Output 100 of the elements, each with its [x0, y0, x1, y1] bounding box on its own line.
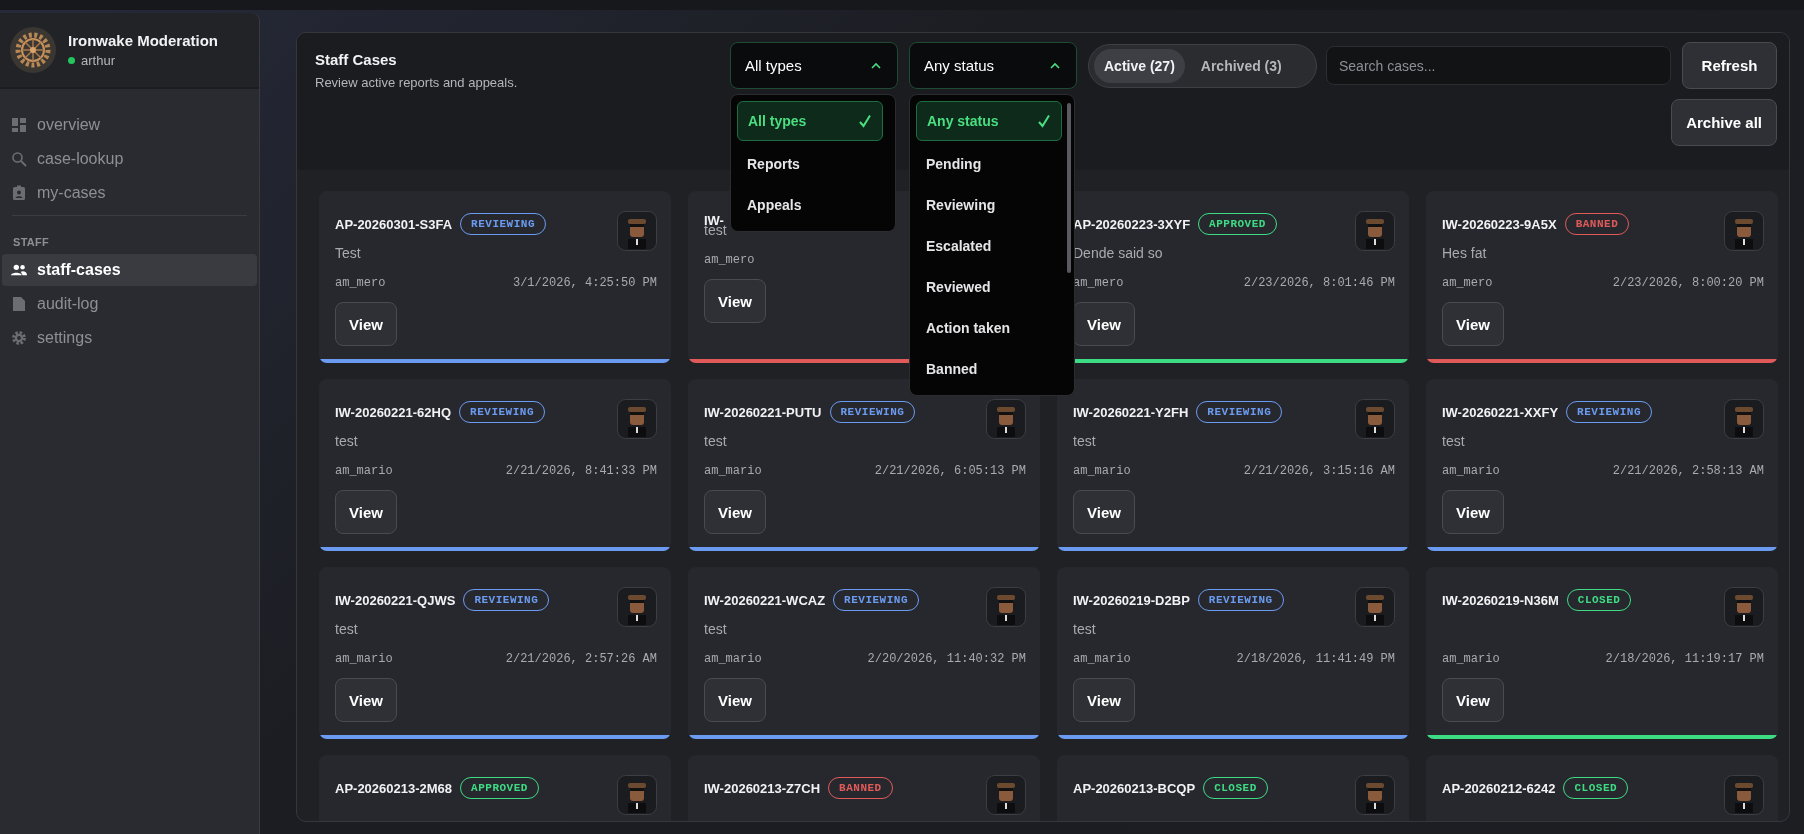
check-icon [858, 114, 872, 128]
dropdown-option[interactable]: Reports [737, 143, 883, 184]
dropdown-option[interactable]: Reviewing [916, 184, 1062, 225]
view-button[interactable]: View [704, 490, 766, 534]
case-id: AP-20260213-2M68 [335, 780, 453, 796]
case-id: IW-20260221-XXFY [1442, 404, 1559, 420]
avatar-icon [1355, 211, 1395, 251]
case-reason: test [335, 621, 358, 637]
case-author: am_mario [704, 464, 762, 478]
section-label: STAFF [12, 235, 51, 250]
sidebar-item[interactable]: overview [2, 109, 257, 141]
dropdown-option[interactable]: Pending [916, 143, 1062, 184]
case-date: 2/21/2026, 8:41:33 PM [505, 464, 657, 478]
dropdown-option[interactable]: Action taken [916, 307, 1062, 348]
panel-subtitle: Review active reports and appeals. [315, 75, 518, 90]
sidebar-item[interactable]: staff-cases [2, 254, 257, 286]
case-author: am_mario [335, 652, 393, 666]
case-author: am_mero [704, 253, 755, 267]
sidebar-item[interactable]: settings [2, 322, 257, 354]
case-id: IW-20260223-9A5X [1442, 216, 1557, 232]
case-id: IW-20260213-Z7CH [704, 780, 821, 796]
sidebar-item[interactable]: case-lookup [2, 143, 257, 175]
tab[interactable]: Active (27) [1094, 48, 1185, 83]
sidebar-item[interactable]: my-cases [2, 177, 257, 209]
archive-all-button[interactable]: Archive all [1671, 99, 1777, 146]
case-date: 2/18/2026, 11:19:17 PM [1605, 652, 1764, 666]
check-icon [1037, 114, 1051, 128]
settings-icon [11, 330, 27, 346]
refresh-button[interactable]: Refresh [1682, 42, 1777, 89]
people-icon [11, 263, 27, 277]
case-id: IW-20260221-Y2FH [1073, 404, 1189, 420]
view-button[interactable]: View [335, 302, 397, 346]
case-author: am_mero [1073, 276, 1124, 290]
scrollbar[interactable] [1067, 103, 1071, 273]
case-date: 2/21/2026, 6:05:13 PM [874, 464, 1026, 478]
case-id: AP-20260213-BCQP [1073, 780, 1196, 796]
case-reason: Hes fat [1442, 245, 1487, 261]
view-button[interactable]: View [704, 279, 766, 323]
avatar-icon [1355, 587, 1395, 627]
search-field[interactable]: Search cases... [1326, 46, 1671, 85]
case-id: AP-20260212-6242 [1442, 780, 1556, 796]
case-date: 2/23/2026, 8:00:20 PM [1612, 276, 1764, 290]
avatar-icon [1724, 587, 1764, 627]
dropdown-option[interactable]: Escalated [916, 225, 1062, 266]
case-author: am_mario [1073, 464, 1131, 478]
dropdown-option[interactable]: Appeals [737, 184, 883, 225]
case-id: IW-20260219-N36M [1442, 592, 1559, 608]
dropdown-option[interactable]: Reviewed [916, 266, 1062, 307]
view-button[interactable]: View [1442, 490, 1504, 534]
app-title: Ironwake Moderation [68, 32, 219, 49]
case-author: am_mario [1442, 652, 1500, 666]
case-author: am_mario [1073, 652, 1131, 666]
avatar-icon [986, 587, 1026, 627]
case-author: am_mero [1442, 276, 1493, 290]
case-reason: test [1073, 433, 1096, 449]
case-reason: test [704, 433, 727, 449]
avatar-icon [1355, 775, 1395, 815]
case-id: IW-20260219-D2BP [1073, 592, 1190, 608]
case-reason: Test [335, 245, 361, 261]
view-button[interactable]: View [1073, 678, 1135, 722]
case-author: am_mario [704, 652, 762, 666]
view-button[interactable]: View [1442, 678, 1504, 722]
avatar-icon [617, 399, 657, 439]
case-reason: test [1442, 433, 1465, 449]
view-button[interactable]: View [335, 678, 397, 722]
tab[interactable]: Archived (3) [1190, 48, 1292, 83]
view-button[interactable]: View [1073, 302, 1135, 346]
case-date: 2/21/2026, 2:58:13 AM [1612, 464, 1764, 478]
avatar-icon [1355, 399, 1395, 439]
avatar-icon [1724, 775, 1764, 815]
dropdown-option[interactable]: All types [737, 101, 883, 141]
sidebar-item[interactable]: audit-log [2, 288, 257, 320]
view-button[interactable]: View [335, 490, 397, 534]
case-reason: test [335, 433, 358, 449]
dashboard-icon [11, 117, 27, 133]
dropdown-option[interactable]: Any status [916, 101, 1062, 141]
document-icon [11, 296, 27, 312]
view-button[interactable]: View [1442, 302, 1504, 346]
case-date: 2/21/2026, 3:15:16 AM [1243, 464, 1395, 478]
avatar-icon [986, 775, 1026, 815]
filter-dropdown[interactable]: All types [730, 42, 898, 89]
avatar-icon [617, 587, 657, 627]
case-author: am_mario [1442, 464, 1500, 478]
filter-dropdown[interactable]: Any status [909, 42, 1077, 89]
badge-icon [11, 185, 27, 201]
case-date: 2/23/2026, 8:01:46 PM [1243, 276, 1395, 290]
dropdown-option[interactable]: Banned [916, 348, 1062, 389]
case-reason: test [704, 621, 727, 637]
view-button[interactable]: View [1073, 490, 1135, 534]
view-button[interactable]: View [704, 678, 766, 722]
panel-title: Staff Cases [315, 51, 398, 68]
case-author: am_mario [335, 464, 393, 478]
case-id: IW-20260221-PUTU [704, 404, 822, 420]
case-date: 2/20/2026, 11:40:32 PM [867, 652, 1026, 666]
case-id: IW-20260221-62HQ [335, 404, 452, 420]
case-id: AP-20260301-S3FA [335, 216, 453, 232]
avatar-icon [1724, 399, 1764, 439]
case-id: AP-20260223-3XYF [1073, 216, 1191, 232]
case-author: am_mero [335, 276, 386, 290]
case-id: IW-20260221-WCAZ [704, 592, 826, 608]
